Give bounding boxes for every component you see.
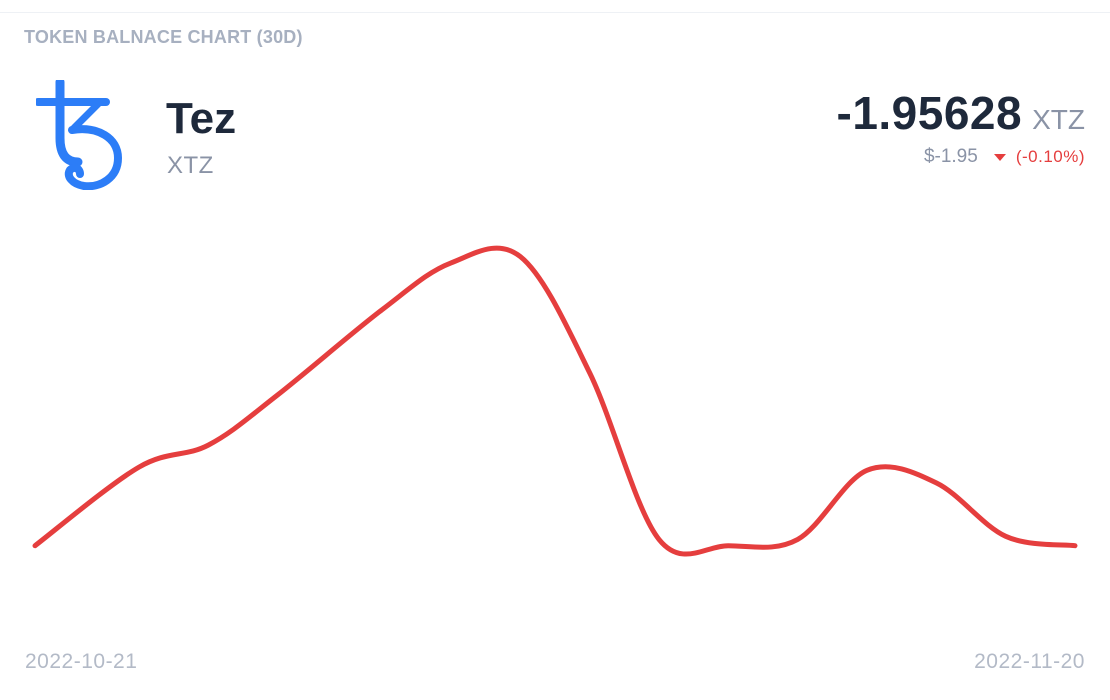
balance-chart-svg xyxy=(32,245,1078,557)
data-point-13 xyxy=(1003,533,1009,539)
data-point-14 xyxy=(1072,543,1078,549)
token-balance-card: TOKEN BALNACE CHART (30D) Tez XTZ -1.956… xyxy=(0,0,1110,700)
data-point-8 xyxy=(656,536,662,542)
data-point-6 xyxy=(517,254,523,260)
card-title: TOKEN BALNACE CHART (30D) xyxy=(24,27,303,47)
token-symbol: XTZ xyxy=(167,152,214,179)
data-point-0 xyxy=(32,543,38,549)
data-point-3 xyxy=(275,392,281,398)
data-point-2 xyxy=(205,442,211,448)
tezos-logo-icon xyxy=(36,80,122,190)
data-point-12 xyxy=(933,480,939,486)
data-point-11 xyxy=(864,467,870,473)
data-point-9 xyxy=(725,543,731,549)
value-change-row: $-1.95 (-0.10%) xyxy=(924,146,1085,168)
balance-value: -1.95628 xyxy=(836,87,1023,139)
triangle-down-icon xyxy=(993,153,1006,161)
data-point-4 xyxy=(379,307,385,313)
data-point-7 xyxy=(587,370,593,376)
x-axis-end-label: 2022-11-20 xyxy=(974,650,1085,673)
x-axis-start-label: 2022-10-21 xyxy=(25,650,138,673)
usd-value: $-1.95 xyxy=(923,146,978,167)
balance-row: -1.95628 XTZ xyxy=(837,86,1086,140)
change-percent: (-0.10%) xyxy=(1015,147,1085,166)
balance-series-line xyxy=(32,245,1078,557)
data-point-5 xyxy=(448,260,454,266)
card-top-edge xyxy=(0,0,1110,13)
data-point-1 xyxy=(136,464,142,470)
balance-chart xyxy=(0,200,1110,640)
token-name: Tez xyxy=(166,94,237,143)
data-point-10 xyxy=(795,536,801,542)
balance-unit: XTZ xyxy=(1032,104,1085,135)
